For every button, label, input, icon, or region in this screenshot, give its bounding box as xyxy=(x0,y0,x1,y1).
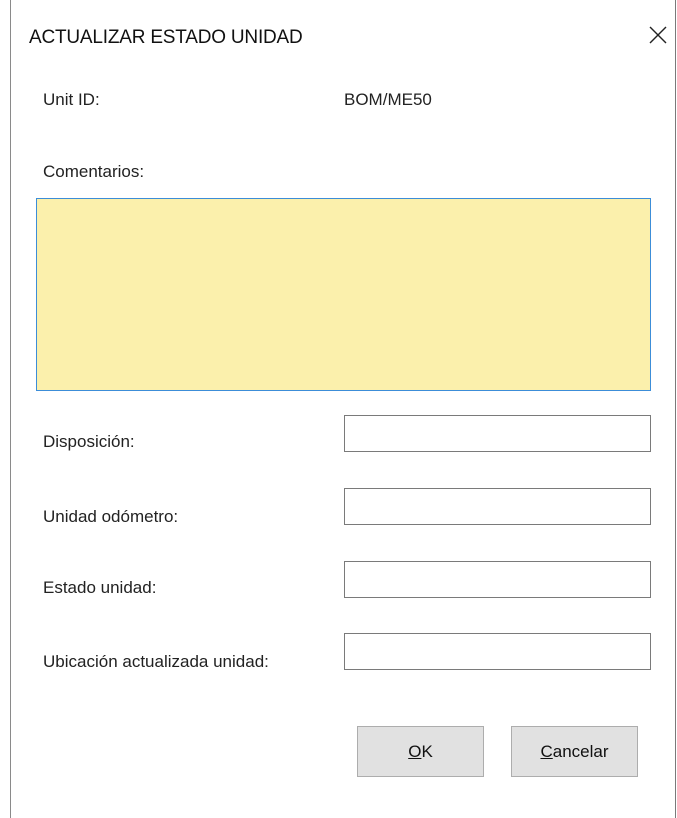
disposition-label: Disposición: xyxy=(43,432,135,451)
updated-location-label: Ubicación actualizada unidad: xyxy=(43,652,269,671)
unit-status-input[interactable] xyxy=(344,561,651,598)
cancel-button[interactable]: Cancelar xyxy=(511,726,638,777)
unit-status-label: Estado unidad: xyxy=(43,578,157,597)
unit-id-value: BOM/ME50 xyxy=(344,90,432,109)
close-icon xyxy=(643,20,673,50)
unit-id-label: Unit ID: xyxy=(43,90,100,109)
ok-button[interactable]: OK xyxy=(357,726,484,777)
disposition-input[interactable] xyxy=(344,415,651,452)
close-button[interactable] xyxy=(643,20,673,50)
ok-mnemonic: O xyxy=(408,742,422,761)
cancel-label: ancelar xyxy=(552,742,609,761)
comments-textarea[interactable] xyxy=(36,198,651,391)
update-unit-status-dialog: ACTUALIZAR ESTADO UNIDAD Unit ID: BOM/ME… xyxy=(10,0,676,818)
updated-location-input[interactable] xyxy=(344,633,651,670)
odometer-label: Unidad odómetro: xyxy=(43,507,179,526)
dialog-title: ACTUALIZAR ESTADO UNIDAD xyxy=(29,27,303,48)
cancel-mnemonic: C xyxy=(540,742,553,761)
comments-label: Comentarios: xyxy=(43,162,145,181)
odometer-input[interactable] xyxy=(344,488,651,525)
ok-label: K xyxy=(421,742,433,761)
